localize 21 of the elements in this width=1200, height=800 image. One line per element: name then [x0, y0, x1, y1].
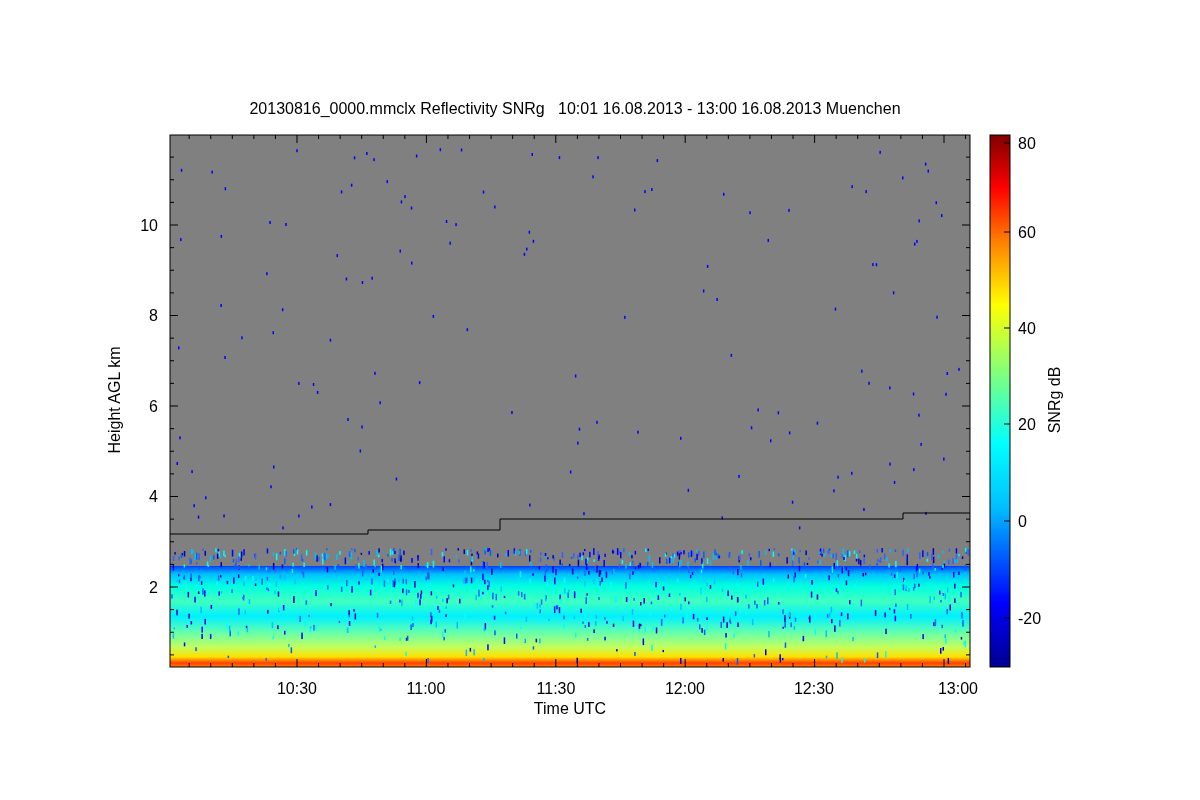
tick-label: 12:00 [665, 680, 705, 697]
tick-label: 20 [1018, 416, 1036, 433]
tick-label: 0 [1018, 513, 1027, 530]
tick-label: -20 [1018, 610, 1042, 627]
tick-label: 11:00 [406, 680, 446, 697]
tick-label: 2 [149, 579, 158, 596]
tick-label: 12:30 [794, 680, 834, 697]
tick-label: 11:30 [536, 680, 576, 697]
axis-label: Height AGL km [106, 346, 123, 454]
tick-label: 40 [1018, 320, 1036, 337]
plot-title: 20130816_0000.mmclx Reflectivity SNRg 10:01 16.08.2013 - 13:00 16.08.2013 Muenchen [249, 100, 901, 117]
tick-label: 6 [149, 398, 158, 415]
axis-label: Time UTC [533, 700, 607, 717]
tick-label: 4 [149, 488, 158, 505]
tick-label: 13:00 [938, 680, 978, 697]
tick-label: 60 [1018, 224, 1036, 241]
tick-label: 8 [149, 307, 158, 324]
tick-label: 10 [140, 217, 158, 234]
colorbar-label: SNRg dB [1046, 366, 1063, 434]
tick-label: 80 [1018, 135, 1036, 152]
tick-label: 10:30 [277, 680, 317, 697]
